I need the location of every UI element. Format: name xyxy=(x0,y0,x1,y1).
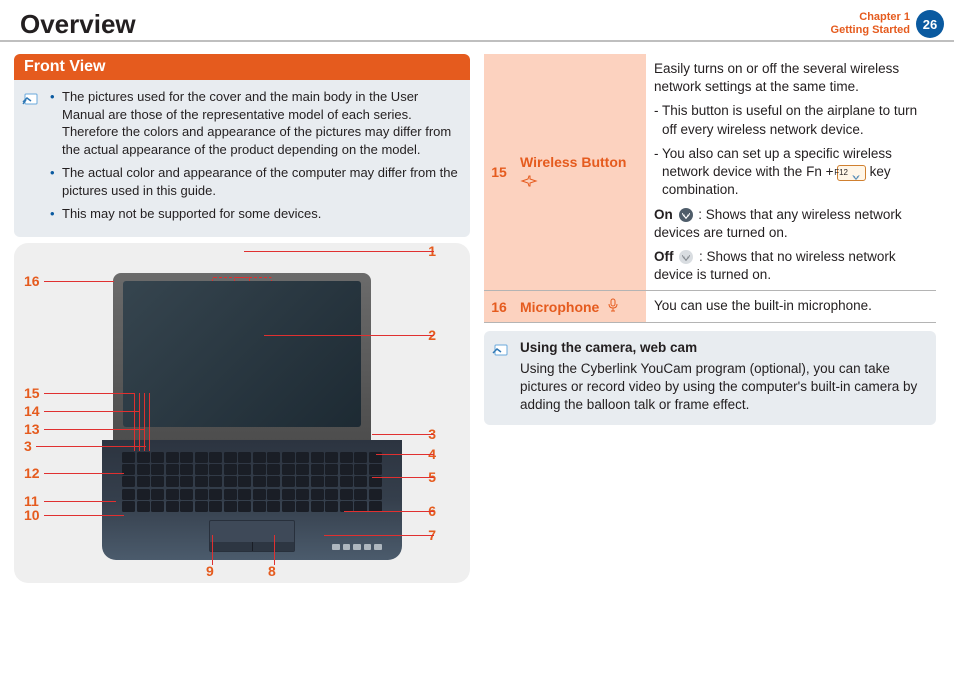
callout-14: 14 xyxy=(24,403,40,419)
tip-body: Using the Cyberlink YouCam program (opti… xyxy=(520,360,926,415)
callout-9: 9 xyxy=(206,563,214,579)
callout-10: 10 xyxy=(24,507,40,523)
content-area: Front View The pictures used for the cov… xyxy=(0,42,954,583)
laptop-figure: SAMSUNG 1 2 3 4 5 6 7 8 9 10 11 xyxy=(14,243,470,583)
row-description: Easily turns on or off the several wirel… xyxy=(646,54,936,290)
note-item: The actual color and appearance of the c… xyxy=(50,164,460,199)
callout-12: 12 xyxy=(24,465,40,481)
callout-11: 11 xyxy=(24,493,39,509)
row-number: 16 xyxy=(484,291,514,321)
section-heading: Front View xyxy=(14,54,470,80)
components-table: 15 Wireless Button Easily turns on or of… xyxy=(484,54,936,323)
note-box: The pictures used for the cover and the … xyxy=(14,80,470,237)
callout-15: 15 xyxy=(24,385,40,401)
row-label: Wireless Button xyxy=(514,54,646,290)
airplane-icon xyxy=(520,174,640,191)
row-number: 15 xyxy=(484,54,514,290)
tip-icon xyxy=(490,339,512,366)
note-icon xyxy=(20,88,42,115)
wifi-off-icon xyxy=(679,250,693,264)
microphone-icon xyxy=(607,299,619,315)
callout-16: 16 xyxy=(24,273,40,289)
page-title: Overview xyxy=(20,9,831,40)
row-label: Microphone xyxy=(514,291,646,321)
callout-8: 8 xyxy=(268,563,276,579)
table-row: 16 Microphone You can use the built-in m… xyxy=(484,291,936,322)
left-column: Front View The pictures used for the cov… xyxy=(14,54,470,583)
note-item: This may not be supported for some devic… xyxy=(50,205,460,223)
right-column: 15 Wireless Button Easily turns on or of… xyxy=(484,54,936,583)
page-number-badge: 26 xyxy=(916,10,944,38)
callout-3: 3 xyxy=(24,438,32,454)
chapter-label: Chapter 1 Getting Started xyxy=(831,11,910,37)
callout-13: 13 xyxy=(24,421,40,437)
wifi-on-icon xyxy=(679,208,693,222)
table-row: 15 Wireless Button Easily turns on or of… xyxy=(484,54,936,291)
note-item: The pictures used for the cover and the … xyxy=(50,88,460,158)
page-header: Overview Chapter 1 Getting Started 26 xyxy=(0,0,954,42)
f12-key-icon: F12 xyxy=(837,165,866,181)
keyboard xyxy=(122,452,382,512)
row-description: You can use the built-in microphone. xyxy=(646,291,936,321)
tip-title: Using the camera, web cam xyxy=(520,339,926,357)
tip-box: Using the camera, web cam Using the Cybe… xyxy=(484,331,936,425)
touchpad xyxy=(209,520,295,552)
status-leds xyxy=(332,544,382,550)
